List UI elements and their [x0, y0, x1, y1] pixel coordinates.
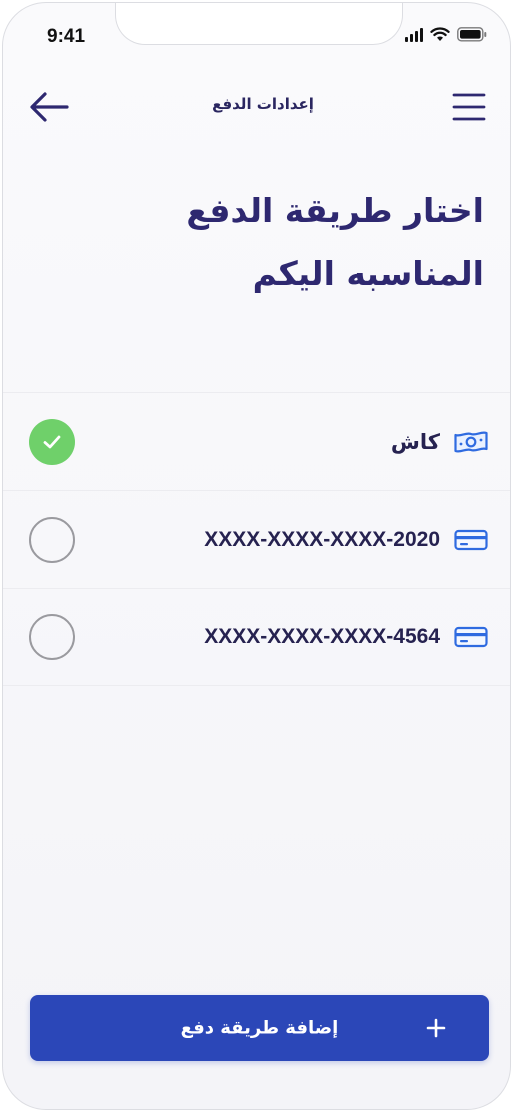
- payment-methods-list: كاش XXXX-XXXX-XXXX-2020 XXXX-XXXX-XXXX-4…: [3, 392, 510, 686]
- credit-card-icon: [454, 529, 488, 550]
- notch: [115, 3, 403, 45]
- payment-option-card-2020[interactable]: XXXX-XXXX-XXXX-2020: [3, 490, 510, 588]
- add-payment-method-button[interactable]: إضافة طريقة دفع: [30, 995, 489, 1061]
- status-icons: [405, 27, 487, 42]
- wifi-icon: [430, 27, 450, 41]
- cash-icon: [454, 430, 488, 453]
- payment-option-label: XXXX-XXXX-XXXX-2020: [204, 527, 440, 551]
- status-time: 9:41: [47, 26, 86, 47]
- signal-icon: [405, 27, 423, 42]
- arrow-left-icon: [30, 92, 69, 122]
- checkmark-icon: [43, 435, 61, 448]
- plus-icon: [426, 1018, 446, 1038]
- payment-option-cash[interactable]: كاش: [3, 392, 510, 490]
- payment-option-label: XXXX-XXXX-XXXX-4564: [204, 625, 440, 648]
- back-button[interactable]: [27, 89, 71, 125]
- battery-icon: [457, 27, 487, 42]
- radio-selected[interactable]: [29, 418, 75, 465]
- header-title: إعدادات الدفع: [212, 95, 314, 113]
- credit-card-icon: [454, 626, 488, 648]
- payment-option-label: كاش: [390, 429, 440, 454]
- menu-button[interactable]: [449, 91, 489, 123]
- hamburger-menu-icon: [452, 93, 486, 121]
- radio-unselected[interactable]: [29, 516, 75, 563]
- radio-unselected[interactable]: [29, 614, 75, 660]
- page-title: اختار طريقة الدفع المناسبه اليكم: [186, 191, 484, 293]
- phone-frame: 9:41 إعدادات الدفع اختار طريقة الدفع الم…: [2, 2, 511, 1110]
- add-payment-method-label: إضافة طريقة دفع: [180, 1017, 339, 1039]
- payment-option-card-4564[interactable]: XXXX-XXXX-XXXX-4564: [3, 588, 510, 686]
